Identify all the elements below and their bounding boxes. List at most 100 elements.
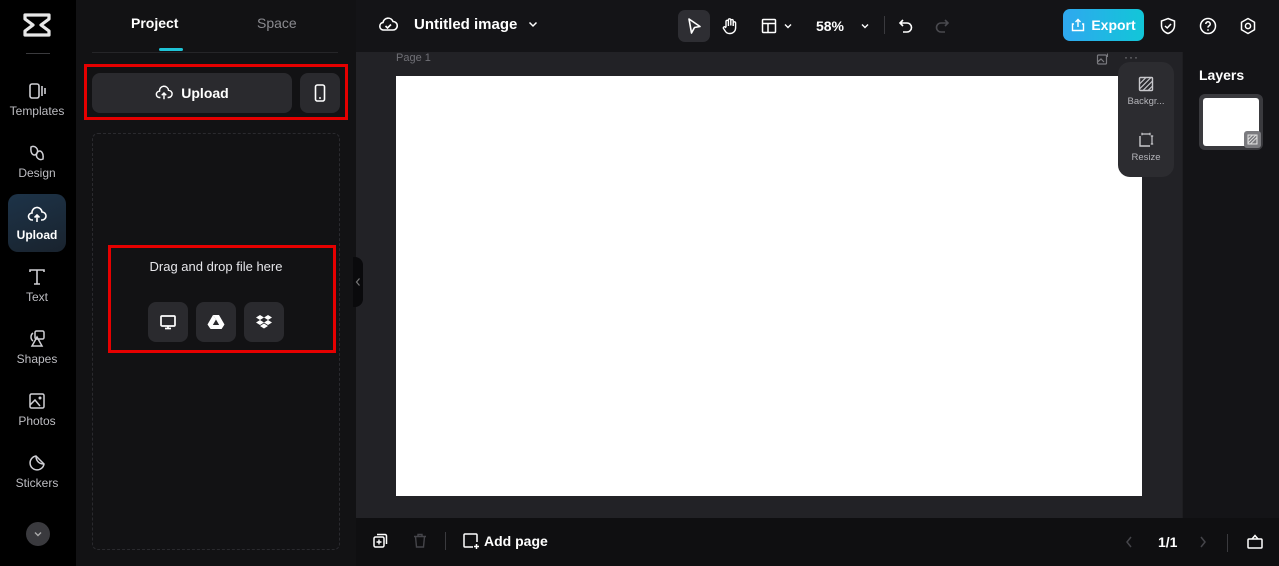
resize-icon: [1139, 132, 1154, 147]
app: Templates Design Upload Text Shapes Phot…: [0, 0, 1279, 566]
resize-label: Resize: [1131, 152, 1161, 163]
upload-button[interactable]: Upload: [92, 73, 292, 113]
phone-icon: [314, 84, 326, 102]
add-page-button[interactable]: Add page: [462, 532, 548, 550]
layers-panel: Layers: [1182, 52, 1279, 518]
chevron-left-icon: [1126, 536, 1132, 548]
export-button[interactable]: Export: [1063, 9, 1144, 41]
rail-item-shapes[interactable]: Shapes: [8, 318, 66, 376]
expand-pages-button[interactable]: [1246, 532, 1264, 550]
shapes-icon: [30, 329, 45, 347]
delete-page-button[interactable]: [412, 532, 428, 549]
chevron-down-icon: [34, 532, 42, 537]
layout-tool-button[interactable]: [756, 10, 798, 42]
hand-icon: [722, 18, 737, 35]
redo-icon: [935, 19, 950, 33]
page-image-icon[interactable]: [1096, 52, 1110, 66]
tab-space[interactable]: Space: [257, 15, 297, 31]
rail-label: Photos: [18, 413, 56, 428]
dropbox-icon: [256, 315, 272, 329]
help-button[interactable]: [1194, 10, 1222, 42]
design-icon: [30, 145, 44, 160]
background-button[interactable]: Backgr...: [1118, 76, 1174, 107]
text-icon: [29, 268, 45, 285]
upload-from-phone-button[interactable]: [300, 73, 340, 113]
drop-zone-text: Drag and drop file here: [149, 259, 283, 274]
help-icon: [1199, 17, 1217, 35]
rail-label: Shapes: [16, 351, 58, 366]
previous-page-button[interactable]: [1124, 535, 1134, 549]
shield-check-icon: [1160, 17, 1176, 35]
capcut-logo-icon[interactable]: [22, 12, 52, 38]
undo-button[interactable]: [894, 10, 918, 42]
document-title: Untitled image: [414, 15, 518, 33]
rail-item-photos[interactable]: Photos: [8, 380, 66, 438]
share-upload-icon: [1072, 18, 1085, 32]
photos-icon: [29, 392, 45, 409]
computer-icon: [160, 315, 176, 330]
chevron-down-icon: [861, 24, 869, 29]
rail-label: Templates: [9, 103, 65, 118]
collapse-panel-handle[interactable]: [353, 257, 363, 307]
undo-icon: [898, 19, 913, 33]
upload-from-google-drive-button[interactable]: [196, 302, 236, 342]
bottom-divider: [445, 532, 446, 550]
document-title-button[interactable]: Untitled image: [378, 15, 539, 33]
zoom-level-dropdown[interactable]: 58%: [812, 10, 874, 42]
upload-cloud-icon: [27, 206, 47, 222]
toolbar-divider: [884, 16, 885, 34]
chevron-right-icon: [1200, 536, 1206, 548]
templates-icon: [29, 82, 46, 99]
settings-button[interactable]: [1234, 10, 1262, 42]
rail-item-design[interactable]: Design: [8, 132, 66, 190]
panel-tabs: Project Space: [92, 0, 338, 53]
rail-label: Design: [18, 165, 56, 180]
bottom-divider: [1227, 534, 1228, 552]
background-icon: [1138, 76, 1154, 92]
duplicate-page-button[interactable]: [372, 532, 389, 549]
chevron-down-icon: [784, 24, 792, 29]
layers-title: Layers: [1199, 67, 1245, 83]
add-page-icon: [463, 533, 479, 549]
page-count: 1/1: [1158, 534, 1178, 550]
canvas-page[interactable]: [396, 76, 1142, 496]
page-floating-toolbar: Backgr... Resize: [1118, 62, 1174, 177]
upload-cloud-icon: [155, 85, 174, 100]
layer-thumbnail[interactable]: [1199, 94, 1263, 150]
pointer-icon: [688, 18, 701, 34]
upload-from-computer-button[interactable]: [148, 302, 188, 342]
next-page-button[interactable]: [1198, 535, 1208, 549]
cloud-saved-icon: [379, 17, 398, 31]
left-rail: Templates Design Upload Text Shapes Phot…: [0, 0, 76, 566]
add-page-label: Add page: [484, 533, 548, 549]
shield-button[interactable]: [1154, 10, 1182, 42]
background-label: Backgr...: [1127, 96, 1165, 107]
gear-icon: [1240, 17, 1256, 35]
layout-icon: [761, 18, 777, 34]
rail-label: Text: [25, 289, 48, 304]
rail-more-button[interactable]: [26, 522, 50, 546]
tab-project[interactable]: Project: [131, 15, 178, 31]
background-icon: [1247, 134, 1258, 145]
upload-panel: Project Space Upload Drag and drop file …: [76, 0, 356, 566]
top-toolbar: Untitled image 58% Export: [356, 0, 1279, 52]
rail-label: Upload: [16, 227, 58, 242]
chevron-left-icon: [355, 278, 360, 286]
stickers-icon: [29, 454, 45, 471]
rail-item-stickers[interactable]: Stickers: [8, 442, 66, 500]
hand-tool-button[interactable]: [714, 10, 746, 42]
zoom-level: 58%: [815, 18, 845, 34]
select-tool-button[interactable]: [678, 10, 710, 42]
canvas-area: Page 1 ··· Backgr... Resize: [356, 50, 1182, 518]
duplicate-page-icon: [373, 533, 388, 548]
resize-button[interactable]: Resize: [1118, 132, 1174, 163]
upload-from-dropbox-button[interactable]: [244, 302, 284, 342]
rail-divider: [26, 53, 50, 54]
bottom-toolbar: Add page 1/1: [356, 518, 1279, 566]
rail-item-upload[interactable]: Upload: [8, 194, 66, 252]
rail-item-text[interactable]: Text: [8, 256, 66, 314]
active-tab-indicator: [159, 48, 183, 51]
upload-button-label: Upload: [181, 85, 229, 101]
rail-item-templates[interactable]: Templates: [8, 70, 66, 128]
redo-button[interactable]: [930, 10, 954, 42]
